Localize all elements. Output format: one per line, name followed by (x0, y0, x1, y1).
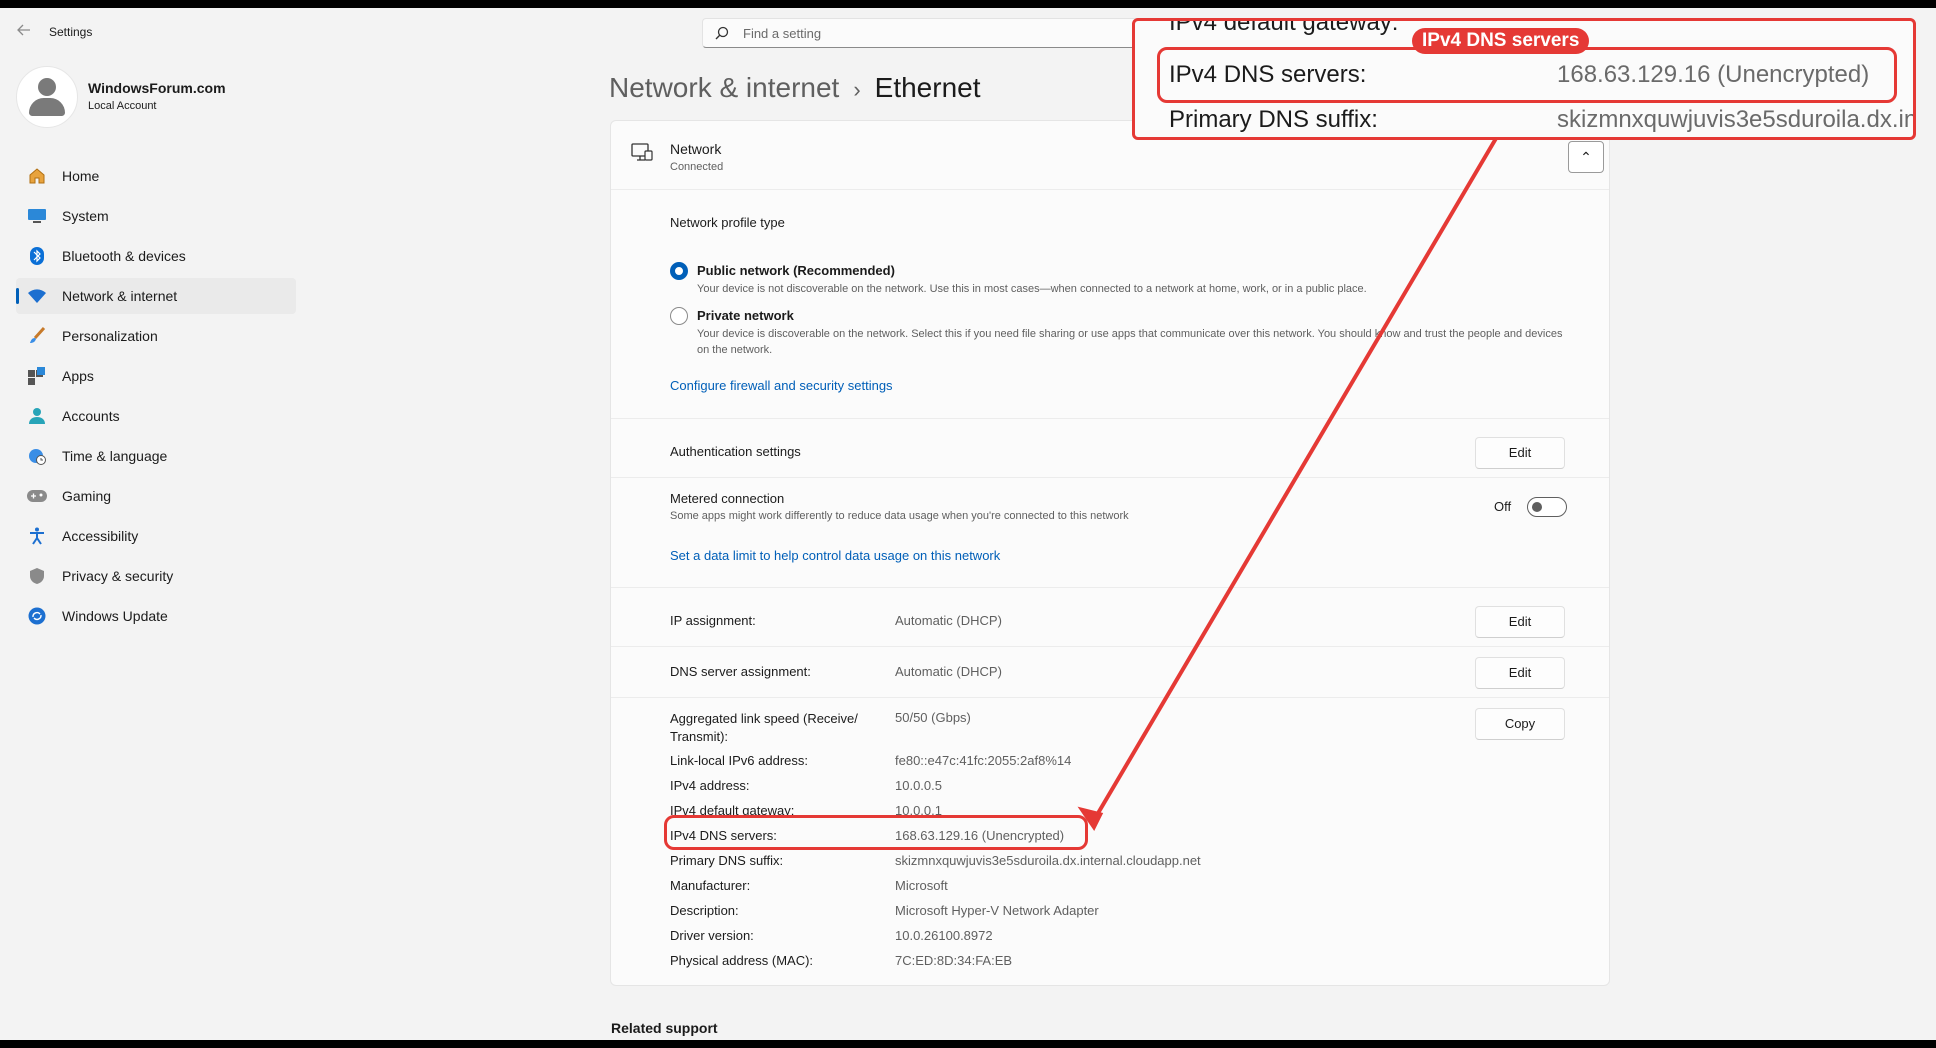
zoom-next-label: Primary DNS suffix: (1169, 106, 1378, 133)
zoom-next-value: skizmnxquwjuvis3e5sduroila.dx.in (1557, 106, 1916, 133)
zoom-prev-label: IPv4 default gateway: (1169, 18, 1399, 36)
callout-badge: IPv4 DNS servers (1412, 28, 1590, 54)
zoom-highlight-box (1157, 47, 1897, 103)
callout-arrow (1077, 133, 1500, 831)
